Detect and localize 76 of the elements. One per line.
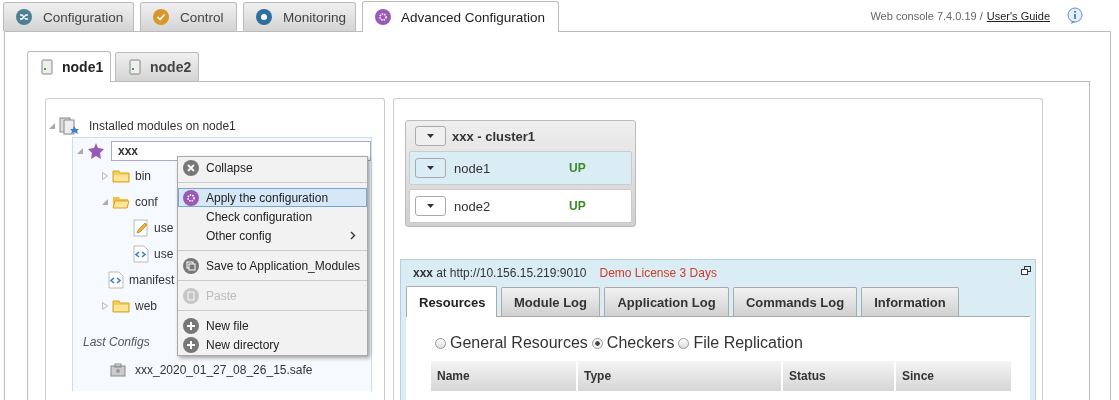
menu-item[interactable]: Other config [178, 226, 367, 245]
caret-down-icon [427, 204, 434, 208]
paste-icon [182, 286, 200, 305]
section-title: Last Configs [83, 335, 150, 349]
tree-root-label[interactable]: Installed modules on node1 [87, 118, 238, 134]
open-folder-icon [112, 195, 130, 209]
shuffle-icon [15, 8, 33, 26]
main-tab[interactable]: Control [140, 2, 237, 31]
archive-icon [110, 363, 126, 377]
code-file-icon [108, 271, 124, 289]
radio-label[interactable]: General Resources [450, 334, 588, 352]
menu-item[interactable]: Apply the configuration [178, 188, 367, 207]
column-header[interactable]: Since [896, 361, 1011, 391]
node-status: UP [569, 161, 586, 175]
module-url: xxx at http://10.156.15.219:9010 [413, 266, 587, 280]
menu-item[interactable]: Save to Application_Modules [178, 256, 367, 275]
tree-item[interactable]: bin [133, 168, 153, 184]
radio-button[interactable] [678, 337, 690, 349]
maximize-icon [1021, 266, 1031, 275]
folder-icon [112, 299, 130, 313]
node-status: UP [569, 199, 586, 213]
check-icon [152, 8, 170, 26]
node-name: node2 [454, 198, 492, 214]
tree-item[interactable]: conf [133, 194, 160, 210]
tree-item[interactable]: web [133, 298, 159, 314]
settings-icon [182, 188, 200, 207]
cluster-name: xxx - cluster1 [452, 128, 536, 144]
node-row[interactable]: node2 UP [409, 189, 632, 223]
caret-down-icon [427, 166, 434, 170]
panel-tab[interactable]: Module Log [501, 287, 600, 316]
server-icon [129, 59, 141, 75]
menu-item[interactable]: New file [178, 316, 367, 335]
plus-icon [182, 316, 200, 335]
version-text: Web console 7.4.0.19 / [870, 10, 983, 22]
dropdown-button[interactable] [415, 126, 446, 146]
dropdown-button[interactable] [415, 158, 446, 178]
panel-tab[interactable]: Information [861, 287, 959, 316]
config-file[interactable]: xxx_2020_01_27_08_26_15.safe [135, 363, 313, 377]
main-tab[interactable]: Monitoring [243, 2, 356, 31]
radio-button[interactable] [591, 337, 603, 349]
guide-link[interactable]: User's Guide [986, 10, 1050, 22]
panel-tab[interactable]: Resources [406, 286, 497, 317]
modules-icon [59, 117, 81, 135]
node-tab[interactable]: node1 [27, 51, 111, 82]
main-tab[interactable]: Advanced Configuration [362, 1, 559, 32]
menu-item[interactable]: Check configuration [178, 207, 367, 226]
dropdown-button[interactable] [415, 196, 446, 216]
radio-label[interactable]: Checkers [606, 334, 675, 352]
pencil-icon [133, 219, 149, 237]
node-name: node1 [454, 160, 492, 176]
radio-button[interactable] [435, 337, 446, 349]
column-header[interactable]: Type [578, 361, 781, 391]
caret-down-icon [427, 134, 434, 138]
close-icon [182, 158, 200, 177]
server-icon [41, 59, 53, 75]
node-tab[interactable]: node2 [115, 52, 199, 81]
tree-item[interactable]: use [152, 246, 176, 262]
main-tab[interactable]: Configuration [3, 2, 134, 31]
panel-tab[interactable]: Commands Log [733, 287, 857, 316]
node-row[interactable]: node1 UP [409, 151, 632, 185]
radio-label[interactable]: File Replication [693, 334, 803, 352]
menu-item[interactable]: New directory [178, 335, 367, 354]
license-notice: Demo License 3 Days [599, 266, 717, 280]
code-file-icon [133, 245, 149, 263]
tree-item[interactable]: manifest [127, 272, 177, 288]
column-header[interactable]: Name [431, 361, 576, 391]
plus-icon [182, 335, 200, 354]
settings-icon [374, 8, 392, 26]
tree-item[interactable]: use [152, 220, 176, 236]
folder-icon [112, 169, 130, 183]
info-icon [1066, 7, 1084, 25]
panel-tab[interactable]: Application Log [604, 287, 729, 316]
menu-item[interactable]: Collapse [178, 158, 367, 177]
copy-icon [182, 256, 200, 275]
record-icon [255, 8, 273, 26]
column-header[interactable]: Status [783, 361, 894, 391]
